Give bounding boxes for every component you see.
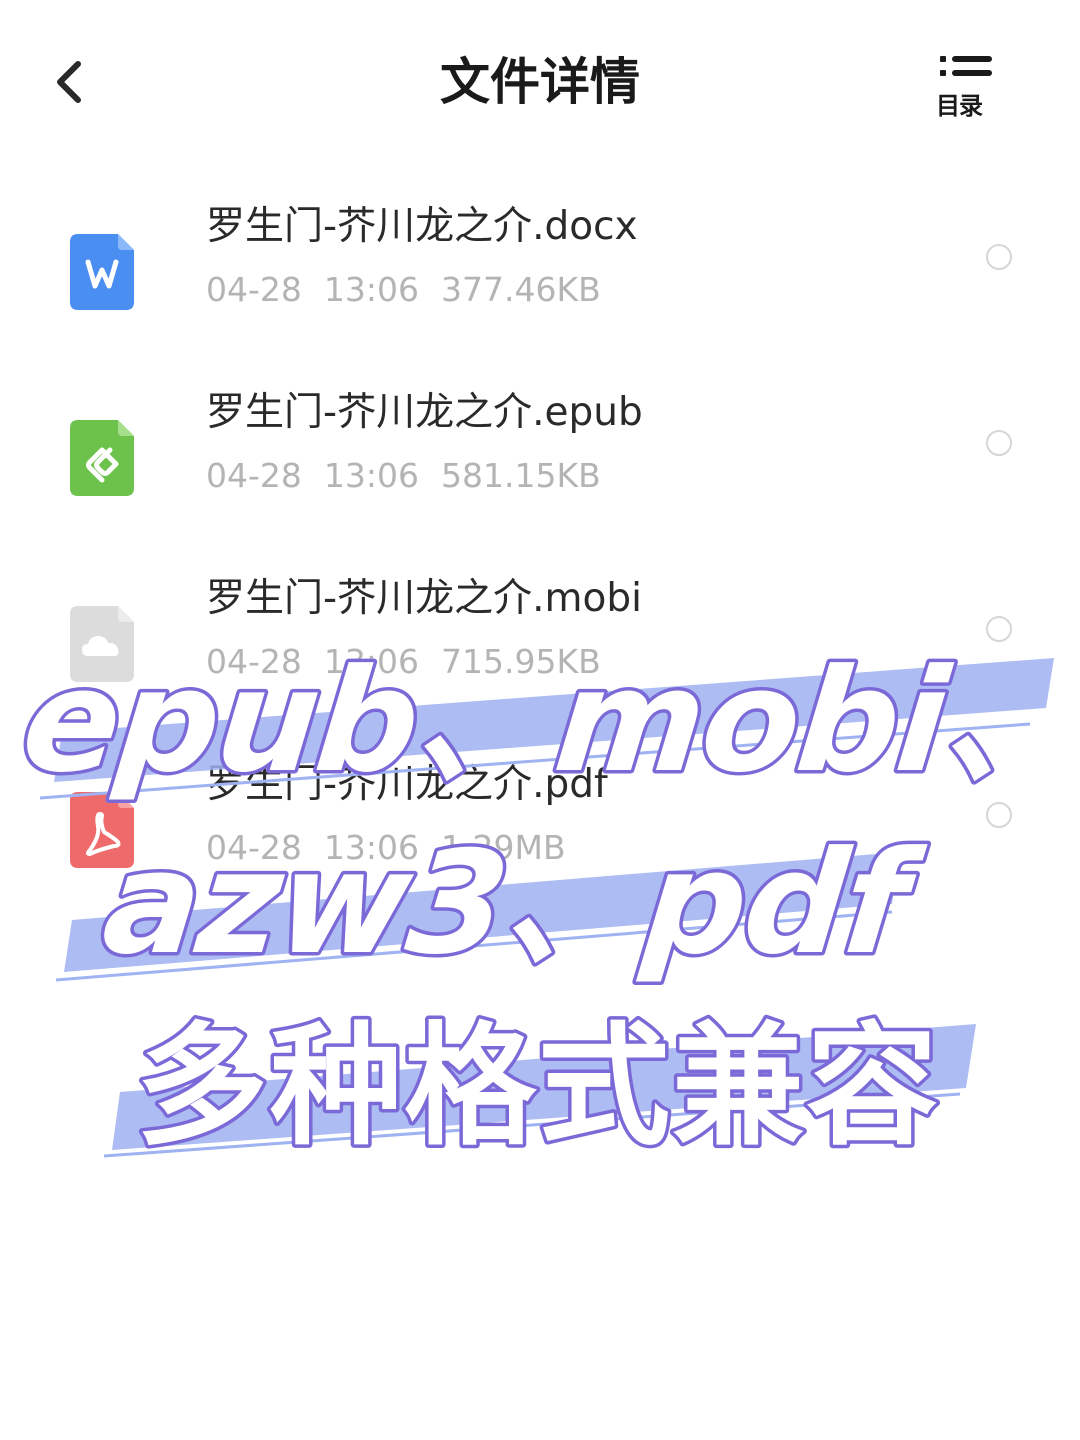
promo-line-3: 多种格式兼容 xyxy=(136,1010,940,1164)
list-icon xyxy=(940,56,992,76)
file-time: 13:06 xyxy=(323,456,419,495)
file-meta: 04-28 13:06 377.46KB xyxy=(206,270,623,310)
file-date: 04-28 xyxy=(206,642,302,681)
file-size: 715.95KB xyxy=(441,642,601,681)
back-button[interactable] xyxy=(40,50,100,114)
epub-file-icon xyxy=(70,420,134,496)
file-date: 04-28 xyxy=(206,456,302,495)
file-row-pdf[interactable]: 罗生门-芥川龙之介.pdf 04-28 13:06 1.29MB xyxy=(0,758,1080,944)
file-row-mobi[interactable]: 罗生门-芥川龙之介.mobi 04-28 13:06 715.95KB xyxy=(0,572,1080,758)
file-details-screen: 文件详情 目录 罗生门-芥川龙之介.docx 04-28 13:06 377.46K… xyxy=(0,0,1080,1440)
file-size: 1.29MB xyxy=(441,828,566,867)
stripe-line xyxy=(103,1092,961,1158)
select-radio[interactable] xyxy=(986,802,1012,828)
file-meta: 04-28 13:06 581.15KB xyxy=(206,456,623,496)
table-of-contents-button[interactable]: 目录 xyxy=(930,50,1002,120)
file-name: 罗生门-芥川龙之介.mobi xyxy=(206,576,642,621)
cloud-file-icon xyxy=(70,606,134,682)
toc-label: 目录 xyxy=(936,92,983,120)
file-name: 罗生门-芥川龙之介.epub xyxy=(206,390,643,435)
file-name: 罗生门-芥川龙之介.pdf xyxy=(206,762,608,807)
pdf-file-icon xyxy=(70,792,134,868)
file-meta: 04-28 13:06 1.29MB xyxy=(206,828,588,868)
file-time: 13:06 xyxy=(323,642,419,681)
chevron-left-icon xyxy=(57,61,81,103)
file-time: 13:06 xyxy=(323,270,419,309)
highlight-stripe xyxy=(112,1024,976,1150)
file-row-docx[interactable]: 罗生门-芥川龙之介.docx 04-28 13:06 377.46KB xyxy=(0,200,1080,386)
page-title: 文件详情 xyxy=(440,53,640,111)
file-meta: 04-28 13:06 715.95KB xyxy=(206,642,623,682)
select-radio[interactable] xyxy=(986,430,1012,456)
file-date: 04-28 xyxy=(206,828,302,867)
file-date: 04-28 xyxy=(206,270,302,309)
file-row-epub[interactable]: 罗生门-芥川龙之介.epub 04-28 13:06 581.15KB xyxy=(0,386,1080,572)
file-size: 581.15KB xyxy=(441,456,601,495)
word-file-icon xyxy=(70,234,134,310)
file-name: 罗生门-芥川龙之介.docx xyxy=(206,204,638,249)
file-time: 13:06 xyxy=(323,828,419,867)
file-size: 377.46KB xyxy=(441,270,601,309)
top-bar: 文件详情 目录 xyxy=(0,0,1080,165)
select-radio[interactable] xyxy=(986,616,1012,642)
select-radio[interactable] xyxy=(986,244,1012,270)
